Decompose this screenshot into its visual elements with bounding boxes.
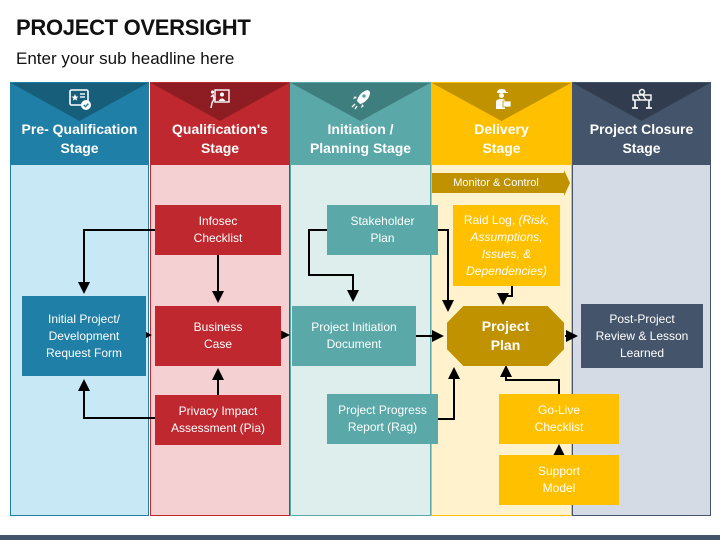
project-initiation-document-box: Project Initiation Document [292,306,416,366]
stakeholder-plan-box: Stakeholder Plan [327,205,438,255]
project-progress-report-box: Project Progress Report (Rag) [327,394,438,444]
stage-column-closure: Project Closure Stage [572,82,711,516]
stage-column-initiation: Initiation / Planning Stage [290,82,431,516]
stage-header: Qualification's Stage [151,83,289,165]
stage-label: Delivery Stage [474,121,529,156]
certificate-icon [68,89,91,110]
stage-label: Pre- Qualification Stage [21,121,138,156]
monitor-control-label: Monitor & Control [453,177,539,189]
stage-label: Project Closure Stage [589,121,694,156]
stage-column-delivery: Delivery Stage [431,82,572,516]
stage-header: Delivery Stage [432,83,571,165]
delivery-worker-icon [495,89,511,109]
business-case-box: Business Case [155,306,281,366]
stage-header: Pre- Qualification Stage [11,83,148,165]
stage-header: Project Closure Stage [573,83,710,165]
page-title: PROJECT OVERSIGHT [16,15,251,40]
raid-log-box: Raid Log, (Risk, Assumptions, Issues, & Dep… [453,205,560,286]
project-plan-box: Project Plan [447,306,564,366]
support-model-box: Support Model [499,455,619,505]
page-subtitle: Enter your sub headline here [16,49,235,68]
barrier-icon [631,88,652,109]
presentation-board-icon [210,89,230,109]
post-project-review-box: Post-Project Review & Lesson Learned [581,304,703,368]
privacy-impact-box: Privacy Impact Assessment (Pia) [155,395,281,445]
stage-header: Initiation / Planning Stage [291,83,430,165]
infosec-checklist-box: Infosec Checklist [155,205,281,255]
go-live-checklist-box: Go-Live Checklist [499,394,619,444]
rocket-icon [351,90,370,110]
initial-request-form-box: Initial Project/Development Request Form [22,296,146,376]
stage-label: Initiation / Planning Stage [309,121,412,156]
stage-column-qualification: Qualification's Stage [150,82,290,516]
footer-bar [0,535,720,540]
stage-label: Qualification's Stage [172,121,268,156]
